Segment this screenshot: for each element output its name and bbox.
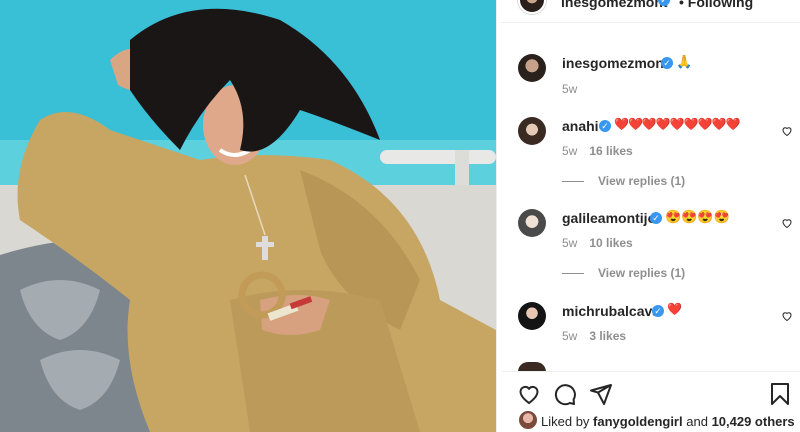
commenter-avatar[interactable] [518,302,546,330]
header-divider [501,22,800,23]
verified-icon: ✓ [661,57,673,69]
comment-like-icon[interactable] [781,310,793,322]
comment-like-icon[interactable] [781,125,793,137]
comment-like-icon[interactable] [781,217,793,229]
comment-text: ❤️❤️❤️❤️❤️❤️❤️❤️❤️ [614,117,740,131]
comment-username[interactable]: michrubalcava [562,303,660,319]
heart-icon[interactable] [517,382,541,406]
verified-icon: ✓ [599,120,611,132]
following-button[interactable]: • Following [679,0,753,10]
author-avatar[interactable] [518,54,546,82]
liked-by-prefix: Liked by [541,414,590,429]
caption-username[interactable]: inesgomezmont [562,55,669,71]
comments-panel: inesgomezmont ✓ • Following ··· inesgome… [501,0,800,432]
following-label: Following [687,0,754,10]
post-header: inesgomezmont ✓ • Following ··· [501,0,800,14]
comment-username[interactable]: galileamontijo [562,210,656,226]
liked-by-and: and [686,414,708,429]
post-photo[interactable] [0,0,496,432]
comment-likes[interactable]: 10 likes [589,236,632,250]
comment-age: 5w [562,329,578,343]
caption-text: 🙏 [676,54,693,69]
comment-meta: 5w 10 likes [562,236,633,250]
bookmark-icon[interactable] [768,382,792,406]
comment-likes[interactable]: 16 likes [589,144,632,158]
comment-username[interactable]: anahi [562,118,599,134]
comment-meta: 5w 16 likes [562,144,633,158]
liker-avatar[interactable] [519,411,537,429]
verified-icon: ✓ [650,212,662,224]
author-avatar[interactable] [518,0,546,14]
comment-likes[interactable]: 3 likes [589,329,626,343]
share-icon[interactable] [589,382,613,406]
verified-icon: ✓ [652,305,664,317]
comment-text: ❤️ [667,302,682,316]
post-actions [501,378,800,410]
likes-summary: Liked by fanygoldengirl and 10,429 other… [541,414,795,429]
liked-by-user[interactable]: fanygoldengirl [593,414,683,429]
comment-age: 5w [562,236,578,250]
comment-meta: 5w 3 likes [562,329,626,343]
view-replies-button[interactable]: View replies (1) [562,266,685,280]
caption-age: 5w [562,82,578,96]
comment-text: 😍😍😍😍 [665,209,730,224]
view-replies-button[interactable]: View replies (1) [562,174,685,188]
author-username[interactable]: inesgomezmont [561,0,668,10]
more-options-icon[interactable]: ··· [774,0,793,6]
photo-illustration [0,0,496,432]
commenter-avatar[interactable] [518,117,546,145]
comment-age: 5w [562,144,578,158]
liked-by-count[interactable]: 10,429 others [712,414,795,429]
actions-divider [501,371,800,372]
view-replies-label: View replies (1) [598,266,686,280]
view-replies-label: View replies (1) [598,174,686,188]
commenter-avatar[interactable] [518,209,546,237]
comment-icon[interactable] [553,382,577,406]
